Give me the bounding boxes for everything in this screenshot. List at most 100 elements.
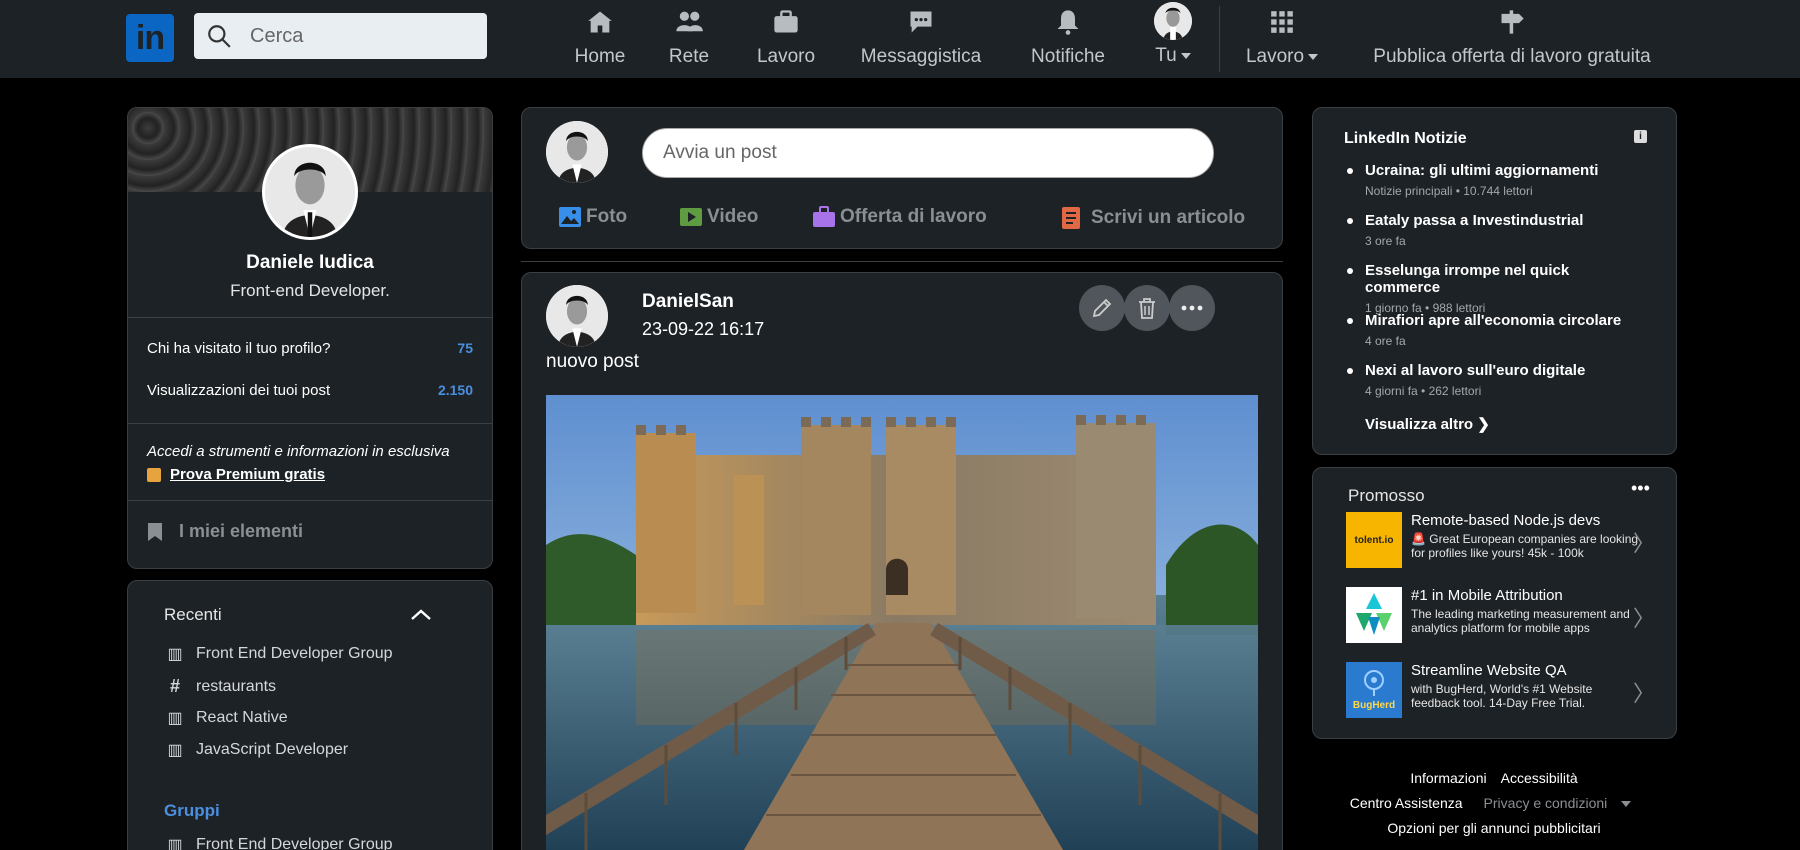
ad-description: The leading marketing measurement and an… xyxy=(1411,607,1630,635)
profile-stat-post-views[interactable]: Visualizzazioni dei tuoi post 2.150 xyxy=(147,382,473,399)
avatar[interactable] xyxy=(546,285,608,347)
video-button[interactable]: Video xyxy=(679,206,758,228)
profile-title: Front-end Developer. xyxy=(230,281,390,300)
delete-button[interactable] xyxy=(1124,285,1170,331)
profile-card: Daniele Iudica Front-end Developer. Chi … xyxy=(127,107,493,569)
nav-jobs-label: Lavoro xyxy=(756,46,816,67)
message-icon xyxy=(910,11,932,33)
post-author[interactable]: DanielSan xyxy=(642,291,734,313)
chevron-up-icon[interactable] xyxy=(410,609,432,621)
post-image[interactable] xyxy=(546,395,1258,850)
recent-item[interactable]: # restaurants xyxy=(166,676,276,697)
bookmark-icon xyxy=(148,522,162,541)
my-items-label: I miei elementi xyxy=(179,521,304,541)
ad-description: 🚨 Great European companies are looking f… xyxy=(1411,532,1639,560)
video-icon xyxy=(680,208,702,226)
premium-link-label: Prova Premium gratis xyxy=(170,466,326,483)
job-offer-label: Offerta di lavoro xyxy=(840,206,987,227)
article-icon xyxy=(1062,207,1080,229)
stat-value: 2.150 xyxy=(437,382,473,398)
ad-item[interactable]: BugHerd Streamline Website QA with BugHe… xyxy=(1346,662,1676,718)
job-offer-button[interactable]: Offerta di lavoro xyxy=(812,206,987,228)
ellipsis-icon xyxy=(1181,305,1203,311)
profile-picture[interactable] xyxy=(262,144,358,240)
footer-link[interactable]: Privacy e condizioni xyxy=(1477,795,1639,811)
nav-network[interactable]: Rete xyxy=(664,0,714,78)
news-item[interactable]: Esselunga irrompe nel quick commerce 1 g… xyxy=(1347,262,1647,315)
info-icon[interactable]: i xyxy=(1634,130,1647,143)
top-navbar: in Home Rete Lavoro Messaggistica Notifi… xyxy=(0,0,1800,78)
footer-link[interactable]: Accessibilità xyxy=(1501,770,1578,786)
post-text: nuovo post xyxy=(546,351,639,372)
post-card: DanielSan 23-09-22 16:17 nuovo post xyxy=(521,272,1283,850)
bell-icon xyxy=(1057,10,1079,35)
profile-name[interactable]: Daniele Iudica xyxy=(128,252,492,274)
footer-link[interactable]: Informazioni xyxy=(1410,770,1486,786)
recent-title: Recenti xyxy=(164,605,222,624)
nav-work-menu-label: Lavoro xyxy=(1244,46,1320,68)
nav-work-text: Lavoro xyxy=(1245,46,1305,67)
ad-item[interactable]: tolent.io Remote-based Node.js devs 🚨 Gr… xyxy=(1346,512,1676,568)
chevron-down-icon xyxy=(1621,801,1632,808)
home-icon xyxy=(588,11,612,33)
edit-button[interactable] xyxy=(1079,285,1125,331)
avatar[interactable] xyxy=(546,121,608,183)
news-headline: Nexi al lavoro sull'euro digitale xyxy=(1347,362,1647,379)
footer-row: Informazioni Accessibilità xyxy=(1312,770,1676,786)
chevron-right-icon: 〉 xyxy=(1633,681,1656,706)
image-icon xyxy=(559,207,581,227)
nav-post-job[interactable]: Pubblica offerta di lavoro gratuita xyxy=(1370,0,1654,78)
footer-row: Opzioni per gli annunci pubblicitari xyxy=(1312,820,1676,836)
ad-logo: tolent.io xyxy=(1346,512,1402,568)
news-item[interactable]: Nexi al lavoro sull'euro digitale 4 gior… xyxy=(1347,362,1647,398)
post-date: 23-09-22 16:17 xyxy=(642,319,765,339)
nav-me[interactable]: Tu xyxy=(1148,0,1198,78)
nav-home-label: Home xyxy=(574,46,626,67)
footer-link[interactable]: Opzioni per gli annunci pubblicitari xyxy=(1387,820,1600,836)
photo-button[interactable]: Foto xyxy=(558,206,627,228)
more-options-button[interactable] xyxy=(1169,285,1215,331)
group-icon: ▥ xyxy=(167,837,183,850)
write-article-label: Scrivi un articolo xyxy=(1091,207,1246,228)
news-meta: 4 giorni fa • 262 lettori xyxy=(1365,384,1482,398)
ad-item[interactable]: #1 in Mobile Attribution The leading mar… xyxy=(1346,587,1676,643)
my-items-link[interactable]: I miei elementi xyxy=(147,521,303,542)
news-item[interactable]: Ucraina: gli ultimi aggiornamenti Notizi… xyxy=(1347,162,1647,198)
recent-item[interactable]: ▥ React Native xyxy=(166,708,287,728)
recent-item[interactable]: ▥ Front End Developer Group xyxy=(166,644,392,664)
nav-home[interactable]: Home xyxy=(570,0,630,78)
ad-title: Remote-based Node.js devs xyxy=(1411,512,1601,529)
search-input[interactable] xyxy=(250,24,470,48)
recent-item[interactable]: ▥ JavaScript Developer xyxy=(166,740,348,760)
premium-link[interactable]: Prova Premium gratis xyxy=(147,466,325,483)
group-item[interactable]: ▥ Front End Developer Group xyxy=(166,835,393,850)
footer-link[interactable]: Centro Assistenza xyxy=(1350,795,1463,811)
show-more-link[interactable]: Visualizza altro ❯ xyxy=(1365,415,1490,433)
trash-icon xyxy=(1139,298,1155,319)
divider xyxy=(128,500,492,501)
start-post-input[interactable]: Avvia un post xyxy=(642,128,1214,178)
footer-row: Centro Assistenza Privacy e condizioni xyxy=(1312,795,1676,811)
linkedin-logo[interactable]: in xyxy=(126,14,174,62)
nav-work-menu[interactable]: Lavoro xyxy=(1244,0,1320,78)
nav-notifications-label: Notifiche xyxy=(1031,46,1105,67)
avatar xyxy=(1154,2,1192,40)
profile-stat-visitors[interactable]: Chi ha visitato il tuo profilo? 75 xyxy=(147,340,473,357)
premium-icon xyxy=(147,467,161,482)
nav-me-label: Tu xyxy=(1148,45,1198,67)
news-item[interactable]: Eataly passa a Investindustrial 3 ore fa xyxy=(1347,212,1647,248)
write-article-button[interactable]: Scrivi un articolo xyxy=(1061,206,1245,230)
nav-messaging-label: Messaggistica xyxy=(860,46,982,67)
groups-title[interactable]: Gruppi xyxy=(164,801,220,821)
nav-messaging[interactable]: Messaggistica xyxy=(860,0,982,78)
nav-notifications[interactable]: Notifiche xyxy=(1026,0,1110,78)
search-box[interactable] xyxy=(194,13,487,59)
ellipsis-icon[interactable]: ••• xyxy=(1631,478,1650,499)
group-icon: ▥ xyxy=(167,742,183,759)
nav-jobs[interactable]: Lavoro xyxy=(754,0,818,78)
news-item[interactable]: Mirafiori apre all'economia circolare 4 … xyxy=(1347,312,1647,348)
pencil-icon xyxy=(1092,298,1112,318)
ad-logo: BugHerd xyxy=(1346,662,1402,718)
chevron-down-icon xyxy=(1308,53,1319,60)
group-item-label: Front End Developer Group xyxy=(196,836,393,850)
